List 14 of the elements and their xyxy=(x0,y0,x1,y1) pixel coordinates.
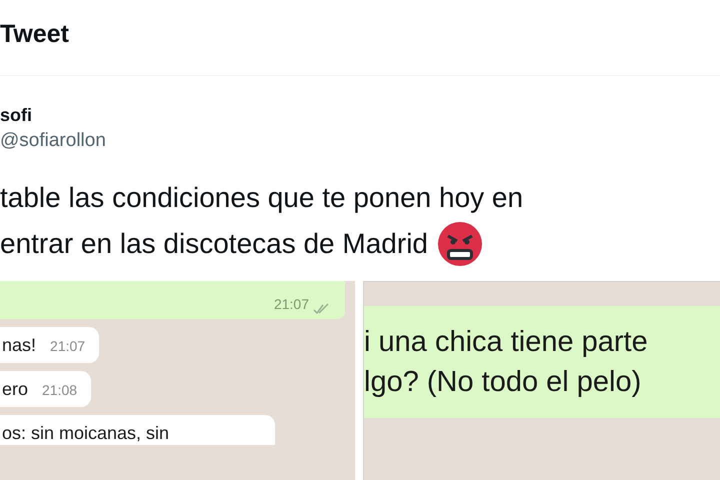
message-time: 21:07 xyxy=(274,295,309,314)
tweet-text: entrar en las discotecas de Madrid xyxy=(0,227,428,261)
message-text: lgo? (No todo el pelo) xyxy=(364,365,642,400)
message-text: ero xyxy=(2,378,28,401)
message-text: i una chica tiene parte xyxy=(364,325,648,360)
message-time: 21:08 xyxy=(42,381,78,400)
author-name[interactable]: sofi xyxy=(0,102,32,128)
message-text: os: sin moicanas, sin xyxy=(2,422,170,445)
page-title: Tweet xyxy=(0,22,69,47)
tweet-text: table las condiciones que te ponen hoy en xyxy=(0,181,524,215)
message-text: nas! xyxy=(2,334,36,357)
message-time: 21:07 xyxy=(50,337,86,356)
author-handle[interactable]: @sofiarollon xyxy=(0,128,106,154)
cursing-face-icon xyxy=(438,222,482,266)
